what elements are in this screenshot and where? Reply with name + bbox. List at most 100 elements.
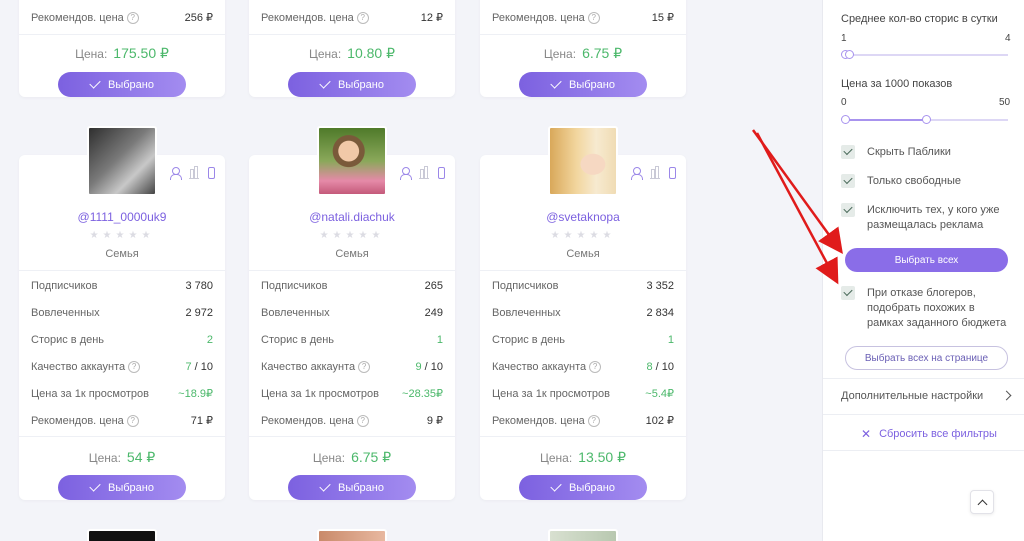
rec-price-row: Рекомендов. цена? 9 ₽ — [261, 407, 443, 434]
help-icon[interactable]: ? — [358, 360, 371, 373]
avatar[interactable] — [317, 529, 387, 541]
selected-button[interactable]: Выбрано — [58, 475, 186, 500]
person-icon — [170, 167, 182, 180]
blogger-handle[interactable]: @svetaknopa — [480, 210, 686, 224]
price: Цена: 6.75 ₽ — [480, 45, 686, 62]
price-value: 175.50 ₽ — [113, 45, 169, 61]
price-1k-value: ~18.9₽ — [178, 388, 213, 400]
rec-price-value: 102 ₽ — [645, 415, 674, 427]
stories-filter-title: Среднее кол-во сторис в сутки — [841, 13, 998, 25]
engaged-value: 2 834 — [646, 306, 674, 319]
selected-button-label: Выбрано — [108, 481, 154, 494]
category: Семья — [335, 248, 369, 260]
subscribers-value: 3 352 — [646, 279, 674, 292]
help-icon[interactable]: ? — [587, 414, 600, 427]
price-slider[interactable] — [841, 115, 1008, 124]
quality-row: Качество аккаунта? 7 / 10 — [31, 353, 213, 380]
reset-filters-label: Сбросить все фильтры — [879, 428, 997, 440]
stats-icon — [189, 166, 199, 179]
only-free-label[interactable]: Только свободные — [867, 174, 961, 189]
hide-publics-checkbox[interactable] — [841, 145, 855, 159]
help-icon[interactable]: ? — [128, 360, 141, 373]
subscribers-label: Подписчиков — [261, 279, 328, 292]
help-icon[interactable]: ? — [587, 11, 600, 24]
price-value: 13.50 ₽ — [578, 449, 627, 465]
exclude-advertised-line-1: Исключить тех, у кого уже — [867, 204, 1000, 216]
selected-button-label: Выбрано — [569, 481, 615, 494]
similar-bloggers-checkbox[interactable] — [841, 286, 855, 300]
selected-button[interactable]: Выбрано — [519, 475, 647, 500]
price: Цена: 10.80 ₽ — [249, 45, 455, 62]
help-icon[interactable]: ? — [589, 360, 602, 373]
avatar[interactable] — [87, 529, 157, 541]
avatar[interactable] — [317, 126, 387, 196]
stories-label: Сторис в день — [261, 333, 335, 346]
avatar[interactable] — [87, 126, 157, 196]
only-free-checkbox[interactable] — [841, 174, 855, 188]
scroll-to-top-button[interactable] — [970, 490, 994, 514]
price-label: Цена: — [539, 451, 573, 465]
divider — [480, 436, 686, 437]
blogger-card: @svetaknopa ★★★★★ Семья Подписчиков 3 352… — [480, 126, 686, 500]
engaged-value: 249 — [424, 306, 443, 319]
divider — [823, 414, 1024, 415]
divider — [823, 450, 1024, 451]
stories-slider[interactable] — [841, 50, 1008, 59]
check-icon — [319, 480, 331, 492]
price-slider-max-handle[interactable] — [922, 115, 931, 124]
rec-price-value: 12 ₽ — [420, 12, 443, 24]
advanced-settings-link[interactable]: Дополнительные настройки — [841, 390, 983, 402]
blogger-handle[interactable]: @natali.diachuk — [249, 210, 455, 224]
selected-button[interactable]: Выбрано — [288, 72, 416, 97]
similar-bloggers-line-3: рамках заданного бюджета — [867, 317, 1007, 329]
rec-price-value: 256 ₽ — [184, 12, 213, 24]
help-icon[interactable]: ? — [126, 414, 139, 427]
select-all-button[interactable]: Выбрать всех — [845, 248, 1008, 272]
price-slider-min-handle[interactable] — [841, 115, 850, 124]
rec-price-row: Рекомендов. цена? 71 ₽ — [31, 407, 213, 434]
price-label: Цена: — [543, 47, 577, 61]
rec-price-value: 9 ₽ — [426, 415, 443, 427]
divider — [823, 378, 1024, 379]
person-icon — [400, 167, 412, 180]
stories-min: 1 — [841, 33, 847, 44]
hide-publics-label[interactable]: Скрыть Паблики — [867, 145, 951, 160]
select-all-on-page-button[interactable]: Выбрать всех на странице — [845, 346, 1008, 370]
person-icon — [631, 167, 643, 180]
help-icon[interactable]: ? — [126, 11, 139, 24]
price-1k-row: Цена за 1к просмотров ~28.35₽ — [261, 380, 443, 407]
blogger-handle[interactable]: @1111_0000uk9 — [19, 210, 225, 224]
exclude-advertised-label[interactable]: Исключить тех, у кого уже размещалась ре… — [867, 203, 1000, 233]
rec-price-label: Рекомендов. цена — [31, 414, 124, 427]
blogger-card: Рекомендов. цена? 15 ₽ Цена: 6.75 ₽ Выбра… — [480, 0, 686, 97]
avatar[interactable] — [548, 126, 618, 196]
blogger-card: Рекомендов. цена? 256 ₽ Цена: 175.50 ₽ Вы… — [19, 0, 225, 97]
selected-button[interactable]: Выбрано — [519, 72, 647, 97]
divider — [480, 34, 686, 35]
price-value: 6.75 ₽ — [582, 45, 623, 61]
price-1k-value: ~28.35₽ — [402, 388, 443, 400]
stories-slider-max-handle[interactable] — [845, 50, 854, 59]
help-icon[interactable]: ? — [356, 11, 369, 24]
engaged-row: Вовлеченных 2 972 — [31, 299, 213, 326]
help-icon[interactable]: ? — [356, 414, 369, 427]
exclude-advertised-line-2: размещалась реклама — [867, 219, 984, 231]
divider — [249, 436, 455, 437]
price: Цена: 175.50 ₽ — [19, 45, 225, 62]
similar-bloggers-line-2: подобрать похожих в — [867, 302, 975, 314]
check-icon — [550, 480, 562, 492]
chevron-right-icon[interactable] — [1001, 390, 1012, 401]
selected-button[interactable]: Выбрано — [288, 475, 416, 500]
reset-filters-link[interactable]: ✕ Сбросить все фильтры — [861, 427, 997, 441]
quality-row: Качество аккаунта? 9 / 10 — [261, 353, 443, 380]
divider — [249, 270, 455, 271]
similar-bloggers-label[interactable]: При отказе блогеров, подобрать похожих в… — [867, 286, 1006, 331]
exclude-advertised-checkbox[interactable] — [841, 203, 855, 217]
divider — [249, 34, 455, 35]
price-filter-title: Цена за 1000 показов — [841, 78, 953, 90]
price-1k-label: Цена за 1к просмотров — [261, 387, 379, 400]
stories-row: Сторис в день 1 — [492, 326, 674, 353]
avatar[interactable] — [548, 529, 618, 541]
selected-button[interactable]: Выбрано — [58, 72, 186, 97]
price-min: 0 — [841, 97, 847, 108]
